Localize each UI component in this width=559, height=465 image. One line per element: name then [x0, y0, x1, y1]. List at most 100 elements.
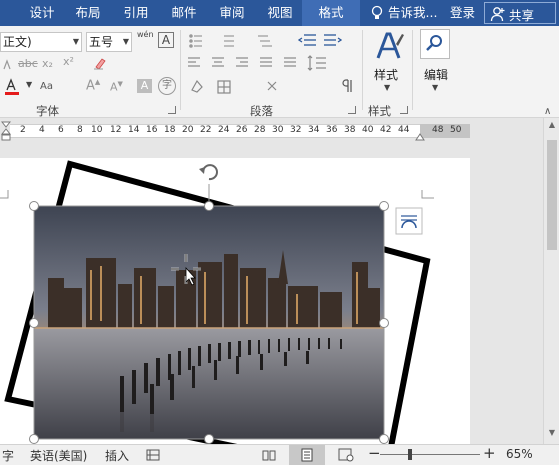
- styles-button-label[interactable]: 样式: [374, 66, 398, 83]
- ruler-number: 42: [380, 125, 392, 135]
- list-buttons-icon[interactable]: [188, 32, 288, 50]
- indent-marker-icon[interactable]: [1, 120, 11, 142]
- superscript-button[interactable]: x²: [63, 55, 74, 68]
- line-spacing-icon[interactable]: [306, 54, 330, 72]
- group-divider: [362, 30, 363, 110]
- layout-options-button[interactable]: [395, 207, 423, 235]
- ruler-number: 48: [432, 125, 444, 135]
- clear-formatting-icon[interactable]: [92, 55, 108, 71]
- horizontal-ruler[interactable]: 2 4 6 8 10 12 14 16 18 20 22 24 26 28 30…: [0, 118, 559, 144]
- person-icon: [490, 7, 505, 22]
- pilcrow-icon[interactable]: [340, 78, 354, 94]
- tab-review[interactable]: 审阅: [210, 0, 254, 26]
- ruler-margin-area: [420, 124, 470, 138]
- ruler-number: 50: [450, 125, 462, 135]
- zoom-slider-track[interactable]: [380, 454, 480, 455]
- shading-borders-icon[interactable]: [188, 78, 308, 96]
- chevron-down-icon: ▼: [72, 37, 79, 46]
- ruler-number: 38: [344, 125, 356, 135]
- ruler-number: 28: [254, 125, 266, 135]
- document-canvas[interactable]: [0, 144, 543, 444]
- chevron-down-icon: ▼: [122, 37, 129, 46]
- group-divider: [412, 30, 413, 110]
- font-dialog-launcher[interactable]: [168, 106, 176, 114]
- zoom-out-button[interactable]: −: [368, 444, 381, 462]
- zoom-in-button[interactable]: +: [483, 444, 496, 462]
- ruler-number: 20: [182, 125, 194, 135]
- font-color-icon[interactable]: [2, 78, 22, 96]
- indent-buttons-icon[interactable]: [298, 32, 342, 48]
- font-size-aa-icon[interactable]: Aa: [40, 81, 53, 92]
- search-icon: [426, 35, 442, 51]
- styles-icon[interactable]: [374, 30, 406, 62]
- language-status[interactable]: 英语(美国): [30, 447, 87, 464]
- document-page[interactable]: [0, 158, 470, 444]
- web-layout-icon[interactable]: [338, 448, 354, 462]
- scroll-down-icon[interactable]: ▼: [544, 428, 559, 442]
- chevron-down-icon[interactable]: ▼: [432, 83, 438, 92]
- lightbulb-icon: [371, 5, 383, 19]
- ruler-number: 40: [362, 125, 374, 135]
- zoom-slider-thumb[interactable]: [408, 449, 412, 460]
- print-layout-button[interactable]: [289, 445, 325, 465]
- ruler-number: 12: [110, 125, 122, 135]
- collapse-ribbon-icon[interactable]: ∧: [544, 106, 551, 117]
- character-shading-icon[interactable]: A: [137, 79, 152, 93]
- ribbon-tab-bar: 设计 布局 引用 邮件 审阅 视图 格式 告诉我... 登录 共享: [0, 0, 559, 26]
- read-mode-icon[interactable]: [262, 448, 276, 462]
- subscript-button[interactable]: x₂: [42, 57, 53, 70]
- scrollbar-thumb[interactable]: [547, 140, 557, 250]
- chevron-down-icon[interactable]: ▼: [384, 83, 390, 92]
- share-button[interactable]: 共享: [484, 2, 556, 24]
- group-divider: [180, 30, 181, 110]
- tab-references[interactable]: 引用: [114, 0, 158, 26]
- ruler-number: 26: [236, 125, 248, 135]
- word-count-status[interactable]: 字: [2, 447, 14, 464]
- rotate-handle-icon[interactable]: [199, 164, 218, 181]
- grow-font-icon[interactable]: A▲: [86, 78, 100, 93]
- right-indent-marker-icon[interactable]: [415, 131, 425, 141]
- font-name-select[interactable]: 正文) ▼: [0, 32, 82, 52]
- decrease-font-icon[interactable]: [2, 59, 14, 71]
- status-bar: 字 英语(美国) 插入 − + 65%: [0, 444, 559, 465]
- vertical-scrollbar[interactable]: ▲ ▼: [543, 118, 559, 444]
- character-border-icon[interactable]: A: [158, 32, 174, 48]
- ruler-number: 2: [20, 125, 26, 135]
- ruler-number: 18: [164, 125, 176, 135]
- ruler-number: 36: [326, 125, 338, 135]
- paragraph-group-label: 段落: [250, 104, 273, 118]
- ruler-number: 4: [39, 125, 45, 135]
- margin-corner-mark: [0, 190, 9, 199]
- scroll-up-icon[interactable]: ▲: [544, 120, 559, 134]
- city-skyline-image[interactable]: [34, 206, 384, 439]
- font-name-value: 正文): [3, 35, 32, 49]
- font-size-select[interactable]: 五号 ▼: [86, 32, 132, 52]
- chevron-down-icon[interactable]: ▼: [26, 80, 32, 89]
- font-size-value: 五号: [89, 35, 114, 49]
- login-link[interactable]: 登录: [450, 0, 475, 26]
- macro-recording-icon[interactable]: [146, 448, 160, 462]
- tab-format[interactable]: 格式: [302, 0, 360, 26]
- enclose-characters-icon[interactable]: 字: [158, 77, 176, 95]
- editing-button-frame[interactable]: [420, 29, 450, 59]
- shrink-font-icon[interactable]: A▼: [110, 80, 123, 94]
- zoom-level[interactable]: 65%: [506, 447, 533, 461]
- tab-mailings[interactable]: 邮件: [162, 0, 206, 26]
- tell-me-search[interactable]: 告诉我...: [388, 0, 437, 26]
- strikethrough-button[interactable]: abc: [18, 57, 38, 70]
- font-group-label: 字体: [36, 104, 59, 118]
- tab-view[interactable]: 视图: [258, 0, 302, 26]
- styles-dialog-launcher[interactable]: [400, 106, 408, 114]
- ruler-number: 32: [290, 125, 302, 135]
- insert-mode-status[interactable]: 插入: [105, 447, 129, 464]
- tab-design[interactable]: 设计: [22, 0, 62, 26]
- tab-layout[interactable]: 布局: [66, 0, 110, 26]
- share-label: 共享: [509, 8, 535, 23]
- ruler-number: 22: [200, 125, 212, 135]
- alignment-buttons-icon[interactable]: [188, 56, 298, 70]
- phonetic-guide-button[interactable]: wén: [137, 30, 154, 39]
- print-layout-icon: [301, 448, 313, 462]
- editing-button-label[interactable]: 编辑: [424, 66, 448, 83]
- ruler-white-area: [10, 124, 420, 138]
- paragraph-dialog-launcher[interactable]: [348, 106, 356, 114]
